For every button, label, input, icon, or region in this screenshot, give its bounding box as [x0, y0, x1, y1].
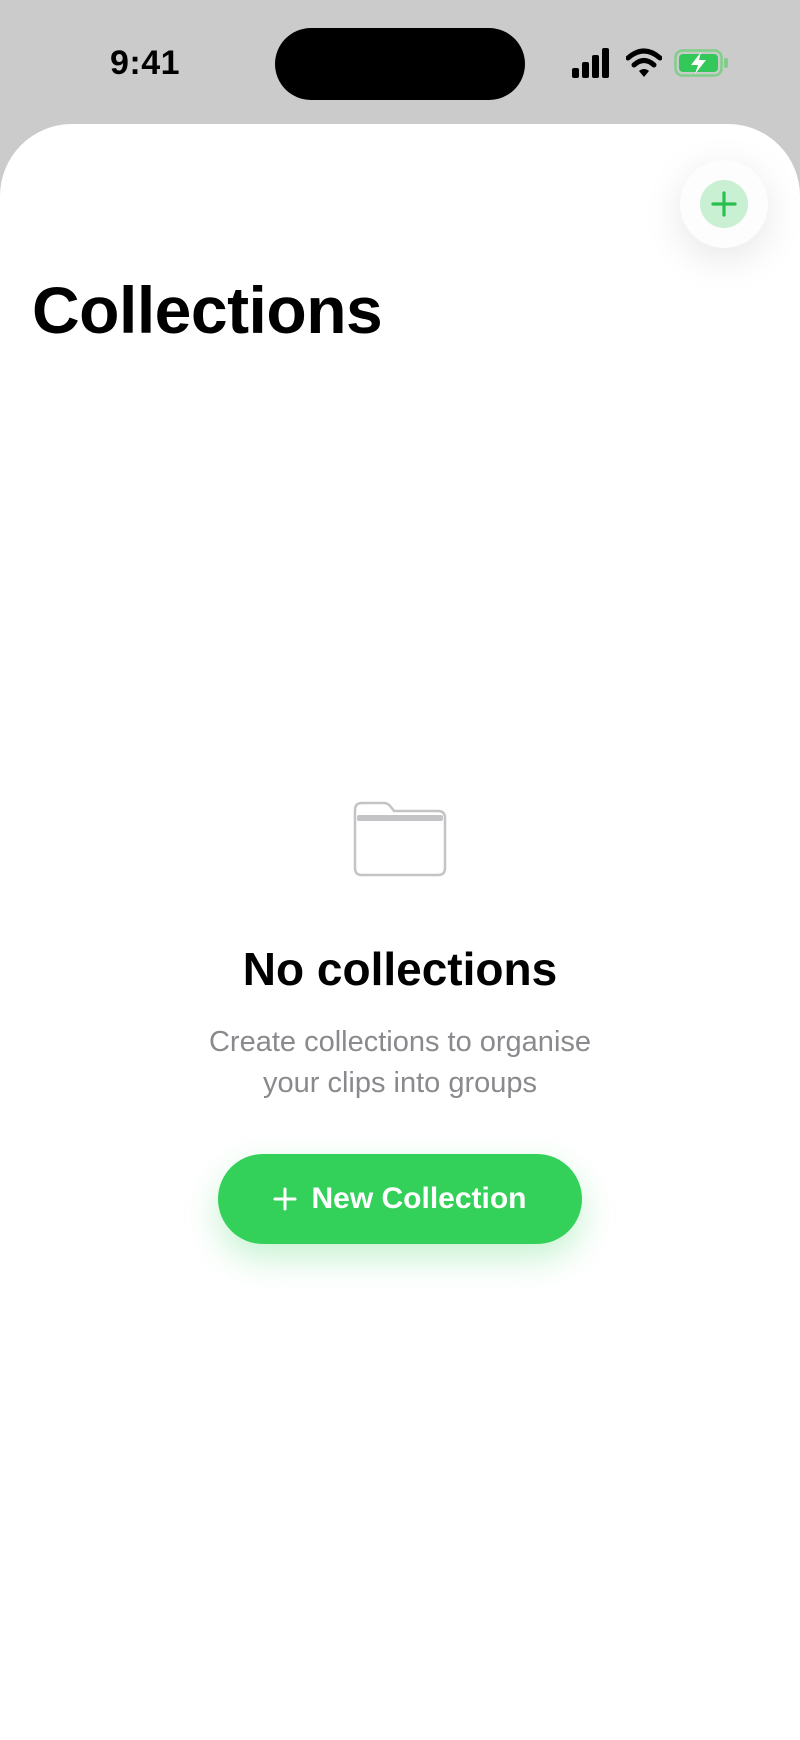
plus-icon [273, 1187, 297, 1211]
status-bar: 9:41 [0, 0, 800, 124]
plus-icon [711, 191, 737, 217]
add-collection-fab-container [680, 160, 768, 248]
empty-state-description: Create collections to organise your clip… [208, 1026, 592, 1099]
new-collection-button[interactable]: New Collection [218, 1154, 582, 1244]
empty-state: No collections Create collections to org… [0, 800, 800, 1104]
cellular-signal-icon [572, 48, 609, 78]
dynamic-island [275, 28, 525, 100]
battery-charging-icon [674, 49, 728, 77]
wifi-icon [626, 48, 662, 77]
page-title: Collections [32, 273, 383, 347]
folder-icon [353, 801, 447, 877]
empty-state-title: No collections [242, 943, 558, 995]
add-collection-button[interactable] [700, 180, 748, 228]
new-collection-button-label: New Collection [311, 1182, 527, 1215]
collections-sheet: Collections No collections Create collec… [0, 124, 800, 1740]
status-time: 9:41 [110, 44, 181, 82]
status-icons [572, 48, 732, 82]
